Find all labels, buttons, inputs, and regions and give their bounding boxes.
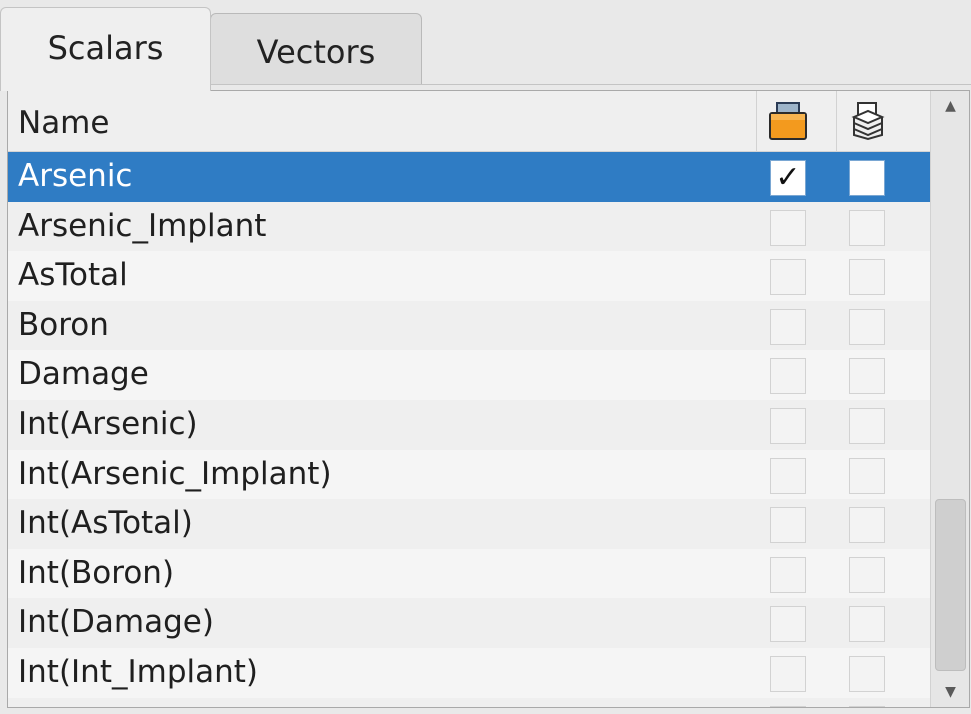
- checkbox-folder[interactable]: [770, 358, 806, 395]
- row-name: Int(AsTotal): [18, 505, 193, 542]
- table-row-partial[interactable]: [8, 697, 930, 707]
- checkbox-folder[interactable]: [770, 308, 806, 345]
- table-row[interactable]: Boron: [8, 300, 930, 351]
- row-name: Arsenic: [18, 158, 133, 194]
- table-row[interactable]: Int(Arsenic_Implant): [8, 449, 930, 500]
- checkbox-layers[interactable]: [849, 259, 885, 296]
- table-row[interactable]: Int(Int_Implant): [8, 647, 930, 698]
- row-name: Damage: [18, 356, 149, 393]
- tab-bar: Scalars Vectors: [0, 0, 971, 91]
- row-name: Int(Boron): [18, 554, 175, 591]
- checkbox-layers[interactable]: [849, 457, 885, 494]
- checkbox-layers[interactable]: [849, 507, 885, 544]
- checkbox-folder[interactable]: [770, 457, 806, 494]
- table-row[interactable]: Int(Boron): [8, 548, 930, 599]
- row-name: Int(Arsenic_Implant): [18, 455, 332, 492]
- table-row[interactable]: Int(AsTotal): [8, 499, 930, 549]
- checkbox-layers[interactable]: [849, 308, 885, 345]
- table-header: Name: [8, 91, 930, 152]
- checkbox-layers[interactable]: [849, 556, 885, 593]
- table-row[interactable]: Int(Damage): [8, 598, 930, 648]
- row-name: Arsenic_Implant: [18, 207, 267, 244]
- row-name: AsTotal: [18, 257, 128, 294]
- checkbox-layers[interactable]: [849, 358, 885, 395]
- scroll-up-arrow-icon[interactable]: ▲: [931, 91, 969, 121]
- row-name: Int(Damage): [18, 604, 214, 641]
- checkbox-folder[interactable]: [770, 556, 806, 593]
- checkbox-layers[interactable]: [849, 606, 885, 643]
- table-body: Arsenic ✓ Arsenic_Implant AsTotal Boron …: [8, 152, 930, 707]
- checkbox-layers[interactable]: [849, 705, 885, 707]
- scalars-table: Name Arsenic ✓ Arsenic_Implant AsTotal B…: [7, 90, 970, 708]
- row-name: Boron: [18, 306, 109, 343]
- scroll-down-arrow-icon[interactable]: ▼: [931, 677, 969, 707]
- column-divider[interactable]: [756, 91, 757, 151]
- layers-icon[interactable]: [850, 101, 886, 141]
- tab-scalars[interactable]: Scalars: [0, 7, 211, 91]
- checkbox-layers[interactable]: [849, 160, 885, 196]
- tab-divider: [210, 84, 971, 85]
- checkbox-folder[interactable]: [770, 606, 806, 643]
- checkbox-folder[interactable]: [770, 507, 806, 544]
- table-row[interactable]: Int(Arsenic): [8, 399, 930, 450]
- scrollbar-thumb[interactable]: [935, 499, 966, 671]
- table-row[interactable]: Arsenic ✓: [8, 152, 930, 202]
- column-divider[interactable]: [836, 91, 837, 151]
- vertical-scrollbar[interactable]: ▲ ▼: [930, 91, 969, 707]
- checkbox-layers[interactable]: [849, 209, 885, 246]
- checkbox-folder[interactable]: [770, 655, 806, 692]
- checkbox-folder[interactable]: ✓: [770, 160, 806, 196]
- checkbox-folder[interactable]: [770, 407, 806, 444]
- checkbox-folder[interactable]: [770, 705, 806, 707]
- orange-folder-icon[interactable]: [768, 99, 808, 143]
- checkbox-folder[interactable]: [770, 259, 806, 296]
- row-name: Int(Int_Implant): [18, 653, 259, 690]
- checkbox-layers[interactable]: [849, 407, 885, 444]
- checkbox-folder[interactable]: [770, 209, 806, 246]
- row-name: Int(Arsenic): [18, 405, 198, 442]
- tab-vectors[interactable]: Vectors: [210, 13, 422, 85]
- name-column-header[interactable]: Name: [18, 91, 109, 155]
- table-row[interactable]: Arsenic_Implant: [8, 201, 930, 252]
- table-row[interactable]: Damage: [8, 350, 930, 400]
- checkbox-layers[interactable]: [849, 655, 885, 692]
- table-row[interactable]: AsTotal: [8, 251, 930, 301]
